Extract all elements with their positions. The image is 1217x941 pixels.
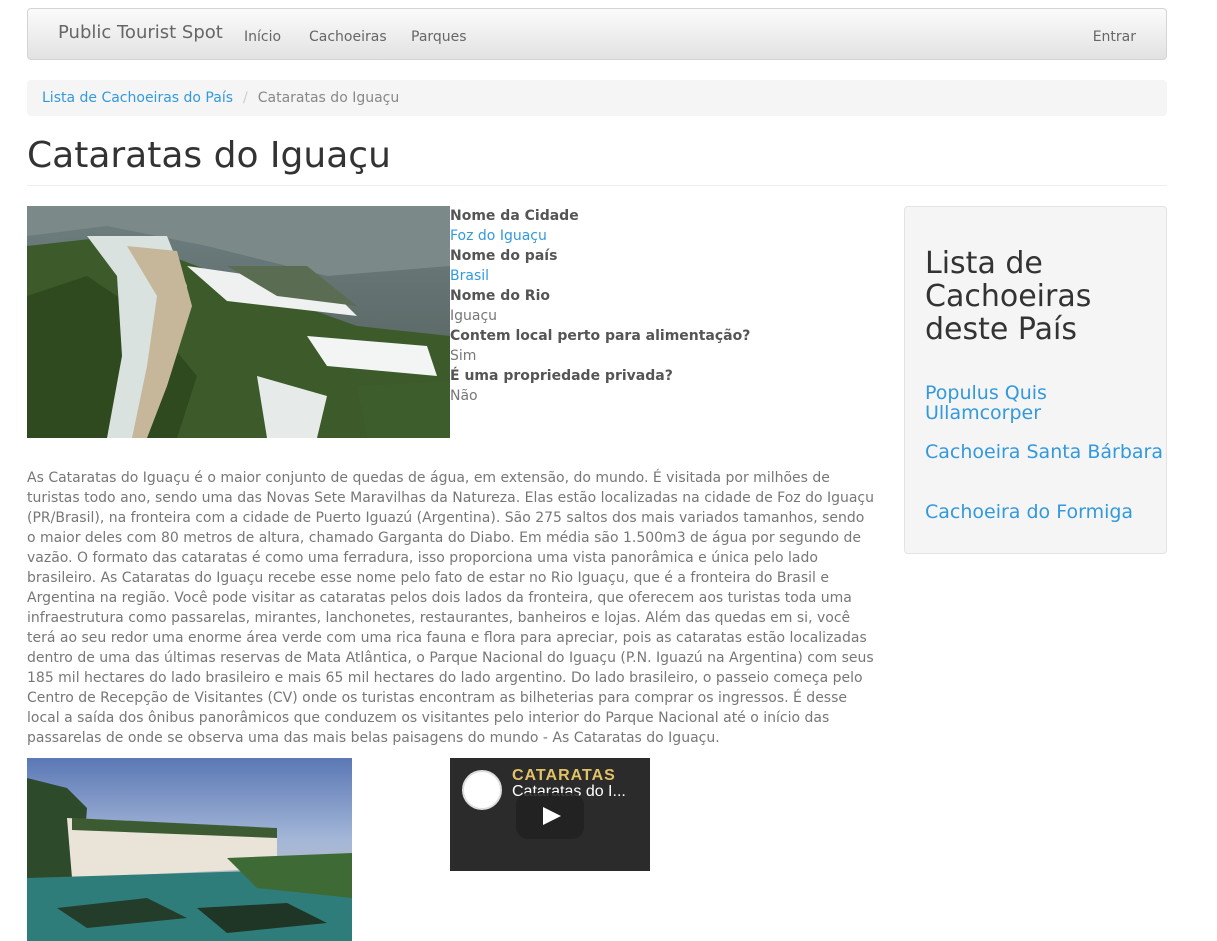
details-list: Nome da Cidade Foz do Iguaçu Nome do paí… xyxy=(450,206,870,406)
nav-link-cachoeiras[interactable]: Cachoeiras xyxy=(309,27,387,47)
sidebar-link-santa-barbara[interactable]: Cachoeira Santa Bárbara xyxy=(925,442,1163,462)
breadcrumb-separator: / xyxy=(243,90,248,106)
breadcrumb: Lista de Cachoeiras do País / Cataratas do… xyxy=(27,80,1167,116)
breadcrumb-current: Cataratas do Iguaçu xyxy=(257,90,400,106)
breadcrumb-parent-link[interactable]: Lista de Cachoeiras do País xyxy=(42,90,233,106)
sidebar-title: Lista de Cachoeiras deste País xyxy=(925,246,1092,347)
channel-logo-icon xyxy=(462,770,502,810)
detail-label-alimentacao: Contem local perto para alimentação? xyxy=(450,328,751,344)
sidebar-panel: Lista de Cachoeiras deste País Populus Q… xyxy=(904,206,1167,554)
description-text: As Cataratas do Iguaçu é o maior conjunt… xyxy=(27,470,875,746)
sidebar-link-populus[interactable]: Populus Quis Ullamcorper xyxy=(925,383,1166,423)
detail-label-rio: Nome do Rio xyxy=(450,288,551,304)
navbar: Public Tourist Spot Início Cachoeiras Pa… xyxy=(27,8,1167,60)
detail-label-privada: É uma propriedade privada? xyxy=(450,368,673,384)
detail-value-privada: Não xyxy=(450,388,478,404)
detail-label-pais: Nome do país xyxy=(450,248,558,264)
sidebar-link-formiga[interactable]: Cachoeira do Formiga xyxy=(925,502,1133,522)
play-icon[interactable] xyxy=(516,793,584,839)
page-title: Cataratas do Iguaçu xyxy=(27,135,391,176)
detail-value-rio: Iguaçu xyxy=(450,308,498,324)
video-embed[interactable]: CATARATAS Cataratas do I... xyxy=(450,758,650,871)
nav-link-inicio[interactable]: Início xyxy=(244,27,281,47)
title-divider xyxy=(27,185,1167,186)
nav-link-parques[interactable]: Parques xyxy=(411,27,467,47)
detail-value-pais-link[interactable]: Brasil xyxy=(450,266,870,286)
navbar-brand[interactable]: Public Tourist Spot xyxy=(58,23,223,43)
waterfall-aerial-image xyxy=(27,206,450,438)
detail-value-cidade-link[interactable]: Foz do Iguaçu xyxy=(450,226,870,246)
detail-value-alimentacao: Sim xyxy=(450,348,477,364)
detail-label-cidade: Nome da Cidade xyxy=(450,208,579,224)
nav-link-entrar[interactable]: Entrar xyxy=(1093,27,1136,47)
waterfall-photo-image xyxy=(27,758,352,941)
